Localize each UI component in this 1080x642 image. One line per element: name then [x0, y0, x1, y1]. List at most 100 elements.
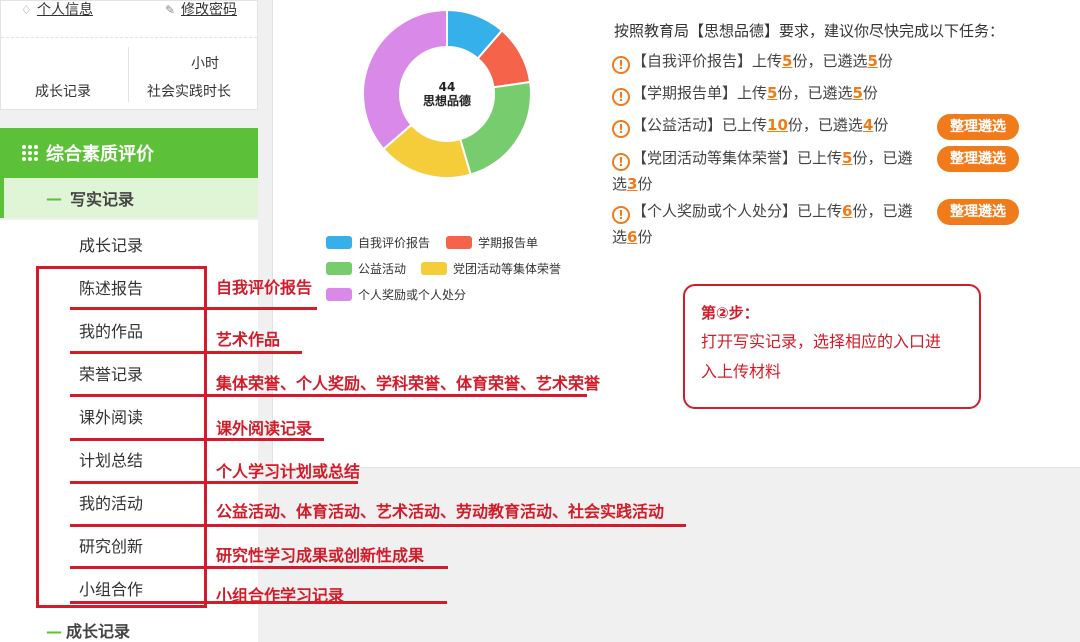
- warning-icon: !: [612, 153, 630, 171]
- task-text: 份: [637, 175, 653, 193]
- task-party-honor: ! 【党团活动等集体荣誉】已上传5份，已遴选3份: [612, 145, 912, 197]
- menu-subsection-records[interactable]: — 写实记录: [0, 178, 258, 218]
- legend-swatch: [446, 236, 472, 249]
- practice-hours-label[interactable]: 社会实践时长: [147, 81, 231, 101]
- menu-section-title: 综合素质评价: [46, 144, 154, 165]
- task-personal-award: ! 【个人奖励或个人处分】已上传6份，已遴 选6份: [612, 198, 912, 250]
- task-text: 选: [612, 175, 628, 193]
- annotation-underline: [70, 481, 358, 484]
- annotation-underline: [70, 438, 324, 441]
- uploaded-count: 5: [782, 52, 793, 70]
- annotation-label: 集体荣誉、个人奖励、学科荣誉、体育荣誉、艺术荣誉: [216, 374, 601, 393]
- uploaded-count: 5: [767, 84, 778, 102]
- task-semester-report: ! 【学期报告单】上传5份，已遴选5份: [612, 80, 878, 106]
- donut-center: 44 思想品德: [362, 9, 532, 179]
- warning-icon: !: [612, 120, 630, 138]
- step-instruction-box: 第②步： 打开写实记录，选择相应的入口进 入上传材料: [683, 284, 981, 409]
- task-text: 选: [612, 228, 628, 246]
- annotation-label: 公益活动、体育活动、艺术活动、劳动教育活动、社会实践活动: [216, 502, 665, 521]
- change-password-link[interactable]: ✎ 修改密码: [165, 0, 237, 19]
- selected-count: 5: [852, 84, 863, 102]
- legend-label: 公益活动: [358, 262, 407, 276]
- annotation-underline: [70, 566, 448, 569]
- edit-icon: ✎: [165, 3, 176, 17]
- donut-chart: 44 思想品德: [362, 8, 532, 179]
- task-text: 份: [637, 228, 653, 246]
- warning-icon: !: [612, 88, 630, 106]
- diamond-icon: ♢: [21, 3, 32, 17]
- annotation-label: 研究性学习成果或创新性成果: [216, 546, 425, 565]
- legend-item[interactable]: 学期报告单: [446, 234, 538, 251]
- annotation-label: 个人学习计划或总结: [216, 462, 361, 481]
- grid-icon: [22, 145, 38, 161]
- annotation-label: 艺术作品: [216, 330, 281, 349]
- menu-subsection-title: 写实记录: [70, 190, 135, 209]
- annotation-underline: [70, 307, 317, 310]
- organize-select-button-personal-award[interactable]: 整理遴选: [937, 199, 1019, 225]
- organize-select-button-public-welfare[interactable]: 整理遴选: [937, 114, 1019, 140]
- task-text: 份: [877, 52, 893, 70]
- collapse-icon: —: [46, 622, 62, 641]
- task-text: 【学期报告单】上传: [632, 84, 768, 102]
- legend-item[interactable]: 党团活动等集体荣誉: [421, 260, 561, 277]
- personal-info-label: 个人信息: [37, 2, 93, 18]
- uploaded-count: 5: [842, 149, 853, 167]
- warning-icon: !: [612, 56, 630, 74]
- uploaded-count: 10: [767, 116, 788, 134]
- uploaded-count: 6: [842, 202, 853, 220]
- collapse-icon: —: [46, 188, 62, 208]
- selected-count: 3: [627, 175, 638, 193]
- personal-info-link[interactable]: ♢ 个人信息: [21, 0, 93, 19]
- task-text: 【党团活动等集体荣誉】已上传: [632, 149, 843, 167]
- menu-bottom-label: 成长记录: [66, 622, 131, 641]
- user-links: ♢ 个人信息 ✎ 修改密码: [1, 0, 259, 19]
- task-text: 【自我评价报告】上传: [632, 52, 783, 70]
- task-text: 份，已遴选: [777, 84, 853, 102]
- organize-select-button-party-honor[interactable]: 整理遴选: [937, 146, 1019, 172]
- task-self-evaluation: ! 【自我评价报告】上传5份，已遴选5份: [612, 48, 893, 74]
- legend-item[interactable]: 个人奖励或个人处分: [326, 286, 466, 303]
- task-text: 【公益活动】已上传: [632, 116, 768, 134]
- legend-item[interactable]: 自我评价报告: [326, 234, 430, 251]
- selected-count: 4: [862, 116, 874, 134]
- task-title: 按照教育局【思想品德】要求，建议你尽快完成以下任务：: [614, 22, 1005, 40]
- legend-swatch: [326, 262, 352, 275]
- task-text: 份，已遴: [852, 149, 913, 167]
- donut-center-label: 思想品德: [422, 94, 471, 108]
- task-text: 【个人奖励或个人处分】已上传: [632, 202, 843, 220]
- user-card: ♢ 个人信息 ✎ 修改密码 小时 成长记录 社会实践时长: [0, 0, 258, 110]
- menu-item-growth-record[interactable]: 成长记录: [79, 232, 143, 256]
- card-divider: [1, 37, 257, 38]
- practice-hours-unit: 小时: [191, 56, 219, 72]
- annotation-underline: [70, 601, 447, 604]
- task-public-welfare: ! 【公益活动】已上传10份，已遴选4份: [612, 112, 888, 138]
- legend-label: 党团活动等集体荣誉: [453, 262, 562, 276]
- legend-swatch: [326, 236, 352, 249]
- annotation-underline: [70, 394, 587, 397]
- menu-subsection-growth[interactable]: — 成长记录: [46, 618, 130, 642]
- legend-label: 个人奖励或个人处分: [358, 288, 467, 302]
- step-text-line-1: 打开写实记录，选择相应的入口进: [701, 332, 942, 351]
- annotation-label: 课外阅读记录: [216, 419, 313, 438]
- legend-swatch: [326, 288, 352, 301]
- selected-count: 5: [867, 52, 878, 70]
- growth-record-stat-label[interactable]: 成长记录: [35, 81, 91, 101]
- selected-count: 6: [627, 228, 638, 246]
- change-password-label: 修改密码: [181, 2, 237, 18]
- legend-item[interactable]: 公益活动: [326, 260, 406, 277]
- menu-section-quality-evaluation[interactable]: 综合素质评价: [0, 128, 258, 178]
- step-text-line-2: 入上传材料: [701, 362, 782, 381]
- donut-center-value: 44: [438, 80, 456, 94]
- annotation-underline: [70, 351, 302, 354]
- annotation-underline: [70, 524, 686, 527]
- legend-swatch: [421, 262, 447, 275]
- legend-label: 学期报告单: [478, 236, 539, 250]
- task-text: 份: [862, 84, 878, 102]
- warning-icon: !: [612, 206, 630, 224]
- task-text: 份，已遴选: [792, 52, 868, 70]
- annotation-highlight-box: [36, 266, 207, 608]
- annotation-label: 自我评价报告: [216, 278, 313, 297]
- task-text: 份，已遴选: [787, 116, 863, 134]
- step-title: 第②步：: [701, 304, 759, 322]
- stat-separator: [128, 47, 129, 102]
